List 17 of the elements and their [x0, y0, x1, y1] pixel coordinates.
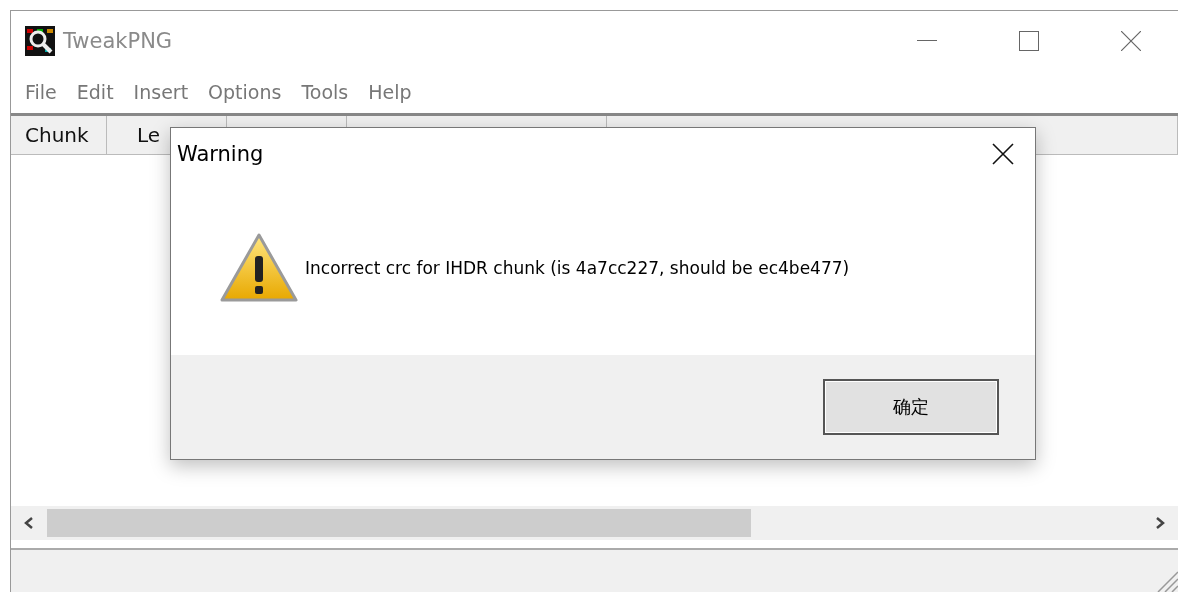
window-title: TweakPNG — [63, 29, 174, 53]
scrollbar-thumb[interactable] — [47, 509, 751, 537]
close-icon — [1121, 31, 1141, 51]
close-icon — [992, 143, 1014, 165]
minimize-icon — [917, 40, 937, 42]
maximize-icon — [1019, 31, 1039, 51]
ok-button[interactable]: 确定 — [823, 379, 999, 435]
warning-icon — [219, 231, 299, 304]
app-icon — [25, 26, 55, 56]
menu-item[interactable]: Edit — [66, 81, 124, 103]
menu-item[interactable]: Tools — [291, 81, 359, 103]
menu-item[interactable]: Insert — [123, 81, 199, 103]
column-header[interactable]: Chunk — [11, 116, 107, 154]
warning-message: Incorrect crc for IHDR chunk (is 4a7cc227, should be ec4be477) — [305, 257, 850, 278]
menu-item[interactable]: Help — [358, 81, 422, 103]
menu-item[interactable]: File — [15, 81, 67, 103]
menu-item[interactable]: Options — [198, 81, 292, 103]
